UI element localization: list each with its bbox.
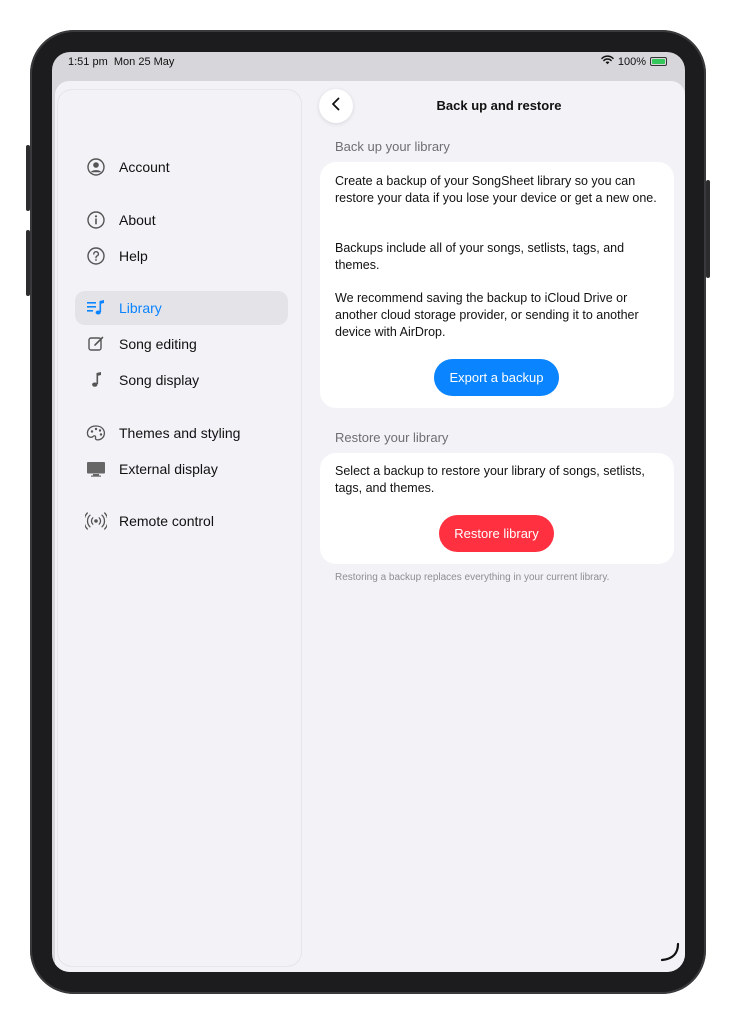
status-right: 100% [601,55,667,68]
status-time: 1:51 pm Mon 25 May [68,56,174,68]
sidebar-item-label: Song editing [119,336,197,352]
music-list-icon [85,297,107,319]
screen: 1:51 pm Mon 25 May 100% Account About He… [52,52,685,972]
restore-paragraph: Select a backup to restore your library … [335,464,645,495]
restore-footer-note: Restoring a backup replaces everything i… [335,572,610,583]
battery-level-fill [652,59,665,64]
monitor-icon [85,458,107,480]
power-button [706,180,710,278]
sidebar-item-label: Help [119,248,148,264]
status-time-text: 1:51 pm [68,56,108,68]
wifi-icon [601,55,614,68]
info-circle-icon [85,209,107,231]
backup-paragraph-1: Create a backup of your SongSheet librar… [335,174,657,205]
restore-section-header: Restore your library [335,430,449,445]
sidebar: Account About Help Library Song editing … [58,90,301,966]
restore-library-button[interactable]: Restore library [439,515,554,552]
status-bar: 1:51 pm Mon 25 May 100% [52,52,685,80]
backup-paragraph-3: We recommend saving the backup to iCloud… [335,291,639,339]
palette-icon [85,422,107,444]
page-title: Back up and restore [436,98,562,113]
sidebar-item-label: Account [119,159,170,175]
export-backup-button[interactable]: Export a backup [434,359,559,396]
settings-sheet: Account About Help Library Song editing … [55,81,685,972]
sidebar-item-label: Song display [119,372,200,388]
person-circle-icon [85,156,107,178]
sidebar-item-external-display[interactable]: External display [75,452,288,486]
battery-percent: 100% [617,55,646,68]
sidebar-item-library[interactable]: Library [75,291,288,325]
backup-card: Create a backup of your SongSheet librar… [320,162,674,408]
sidebar-item-label: Library [119,300,162,316]
sidebar-item-song-display[interactable]: Song display [75,363,288,397]
sidebar-item-song-editing[interactable]: Song editing [75,327,288,361]
sidebar-item-label: Themes and styling [119,425,241,441]
sidebar-item-label: Remote control [119,513,214,529]
backup-section-header: Back up your library [335,139,450,154]
restore-card: Select a backup to restore your library … [320,453,674,564]
volume-up-button [26,145,30,211]
sidebar-item-label: About [119,212,156,228]
sidebar-item-about[interactable]: About [75,203,288,237]
chevron-left-icon [330,97,342,116]
sidebar-item-themes[interactable]: Themes and styling [75,416,288,450]
sidebar-item-help[interactable]: Help [75,239,288,273]
sidebar-item-label: External display [119,461,218,477]
music-note-icon [85,369,107,391]
battery-charging-icon [650,57,667,66]
backup-paragraph-2: Backups include all of your songs, setli… [335,241,625,272]
detail-pane: Back up and restore Back up your library… [317,81,685,972]
corner-indicator-icon [659,941,681,968]
back-button[interactable] [319,89,353,123]
broadcast-icon [85,510,107,532]
volume-down-button [26,230,30,296]
pencil-square-icon [85,333,107,355]
sidebar-item-account[interactable]: Account [75,150,288,184]
question-circle-icon [85,245,107,267]
status-date-text: Mon 25 May [113,56,175,68]
sidebar-item-remote-control[interactable]: Remote control [75,504,288,538]
